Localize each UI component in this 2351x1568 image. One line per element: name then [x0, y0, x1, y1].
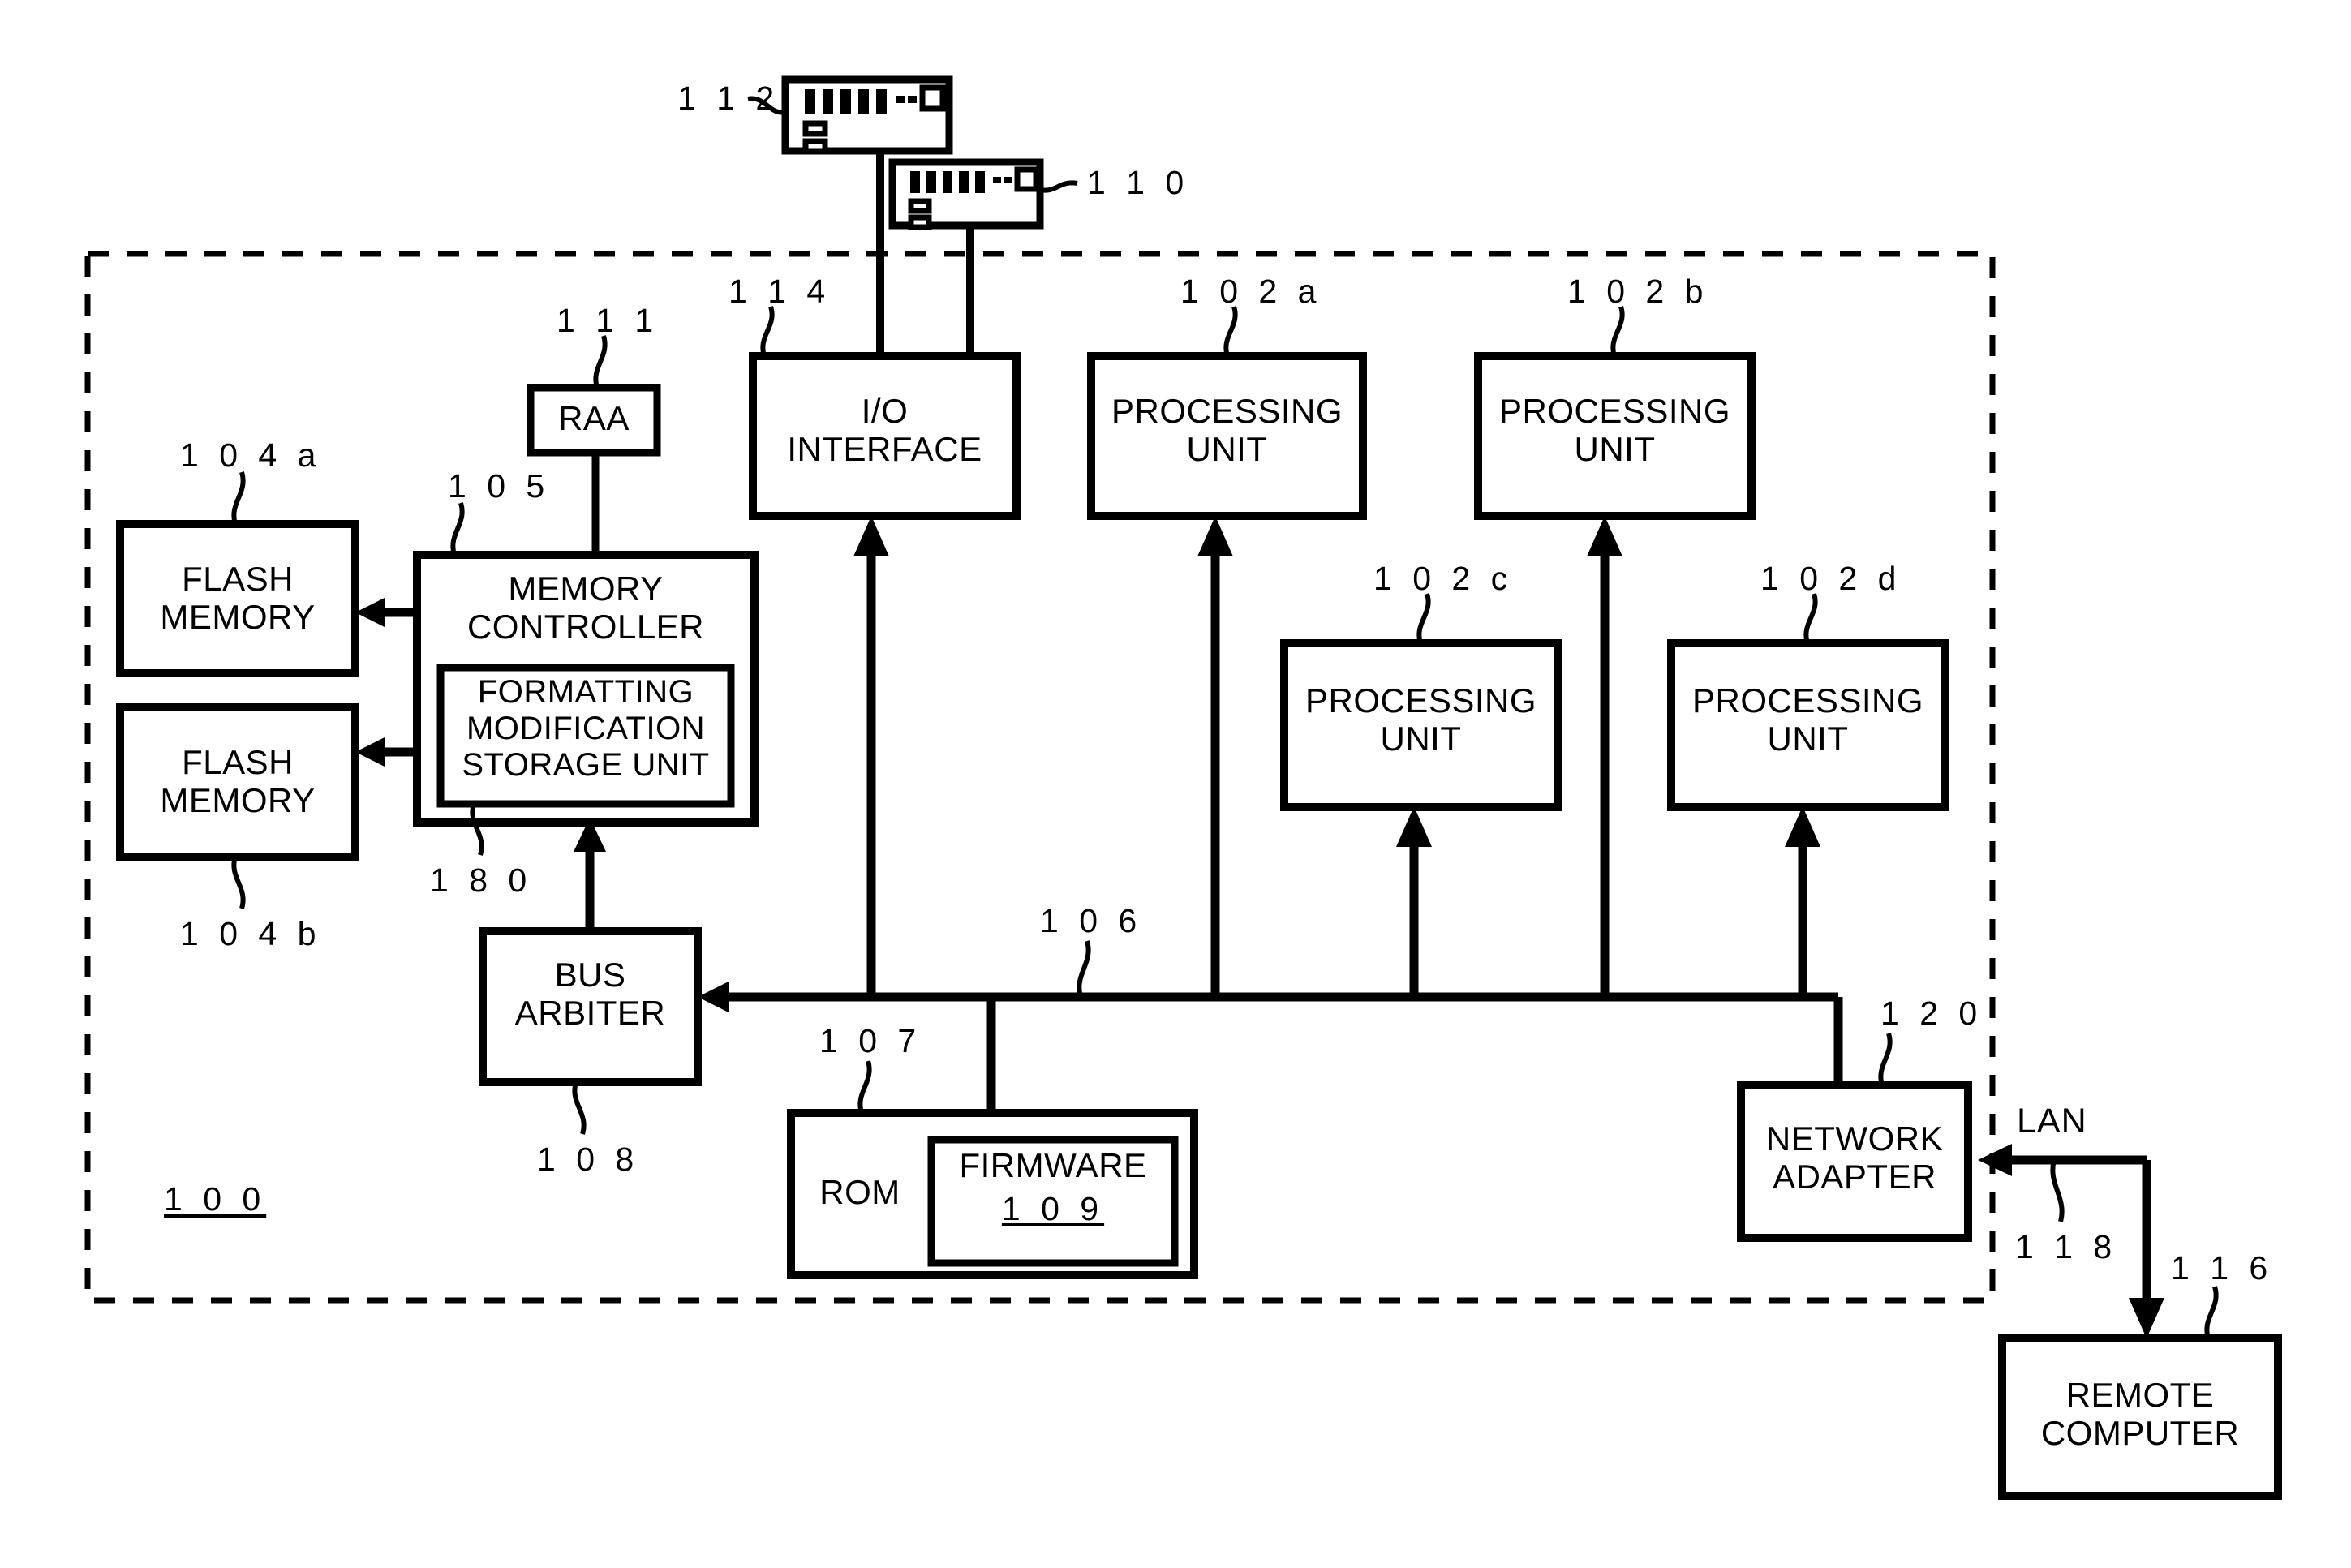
block-label-flash-memory-a: FLASH MEMORY — [160, 560, 316, 637]
ref-numeral-118: 1 1 8 — [2015, 1228, 2118, 1265]
block-label-bus-arbiter: BUS ARBITER — [514, 956, 666, 1033]
leader-120 — [1878, 1033, 1893, 1086]
leader-107 — [857, 1060, 872, 1114]
lan-label: LAN — [2017, 1102, 2087, 1141]
ref-numeral-104a: 1 0 4 a — [180, 436, 322, 474]
ref-numeral-102a: 1 0 2 a — [1180, 273, 1322, 310]
ref-numeral-110: 1 1 0 — [1087, 164, 1190, 201]
block-label-network-adapter: NETWORK ADAPTER — [1765, 1119, 1944, 1196]
leader-106 — [1077, 940, 1091, 998]
ref-numeral-104b: 1 0 4 b — [180, 915, 322, 952]
block-label-io-interface: I/O INTERFACE — [787, 392, 982, 469]
ref-numeral-107: 1 0 7 — [819, 1022, 922, 1059]
ref-numeral-116: 1 1 6 — [2171, 1249, 2274, 1287]
block-label-processing-unit-d: PROCESSING UNIT — [1691, 681, 1924, 758]
block-label-processing-unit-c: PROCESSING UNIT — [1304, 681, 1537, 758]
block-label-formatting-modification-storage-unit: FORMATTING MODIFICATION STORAGE UNIT — [462, 674, 710, 783]
ref-numeral-111: 1 1 1 — [557, 302, 660, 339]
ref-numeral-180: 1 8 0 — [430, 861, 533, 899]
patent-figure-canvas: FLASH MEMORY FLASH MEMORY MEMORY CONTROL… — [0, 0, 2351, 1568]
ref-numeral-102b: 1 0 2 b — [1567, 273, 1709, 310]
leader-102d — [1803, 593, 1818, 644]
leader-110 — [1039, 180, 1078, 193]
leader-116 — [2204, 1286, 2219, 1339]
ref-numeral-106: 1 0 6 — [1040, 902, 1143, 939]
block-label-processing-unit-b: PROCESSING UNIT — [1498, 392, 1731, 469]
leader-118 — [2050, 1159, 2065, 1222]
leader-102a — [1223, 306, 1238, 357]
block-label-firmware: FIRMWARE — [959, 1146, 1147, 1184]
ref-numeral-120: 1 2 0 — [1880, 994, 1984, 1032]
ref-numeral-114: 1 1 4 — [729, 273, 832, 310]
leader-108 — [572, 1081, 587, 1135]
leader-104b — [231, 856, 246, 909]
block-label-remote-computer: REMOTE COMPUTER — [2040, 1376, 2240, 1453]
block-label-processing-unit-a: PROCESSING UNIT — [1111, 392, 1343, 469]
block-label-flash-memory-b: FLASH MEMORY — [160, 743, 316, 820]
ref-numeral-112: 1 1 2 — [677, 79, 780, 117]
block-label-rom: ROM — [819, 1173, 900, 1211]
ref-numeral-105: 1 0 5 — [448, 467, 551, 505]
device-icon-110 — [888, 158, 1044, 230]
leader-102b — [1610, 306, 1625, 357]
leader-104a — [231, 471, 246, 525]
ref-numeral-102c: 1 0 2 c — [1373, 560, 1514, 597]
leader-111 — [593, 335, 608, 389]
ref-numeral-102d: 1 0 2 d — [1760, 560, 1902, 597]
device-icon-112 — [781, 75, 953, 155]
ref-numeral-100-system: 1 0 0 — [164, 1180, 267, 1218]
block-label-memory-controller: MEMORY CONTROLLER — [466, 569, 705, 647]
leader-114 — [760, 306, 775, 357]
block-label-raa: RAA — [558, 399, 630, 437]
leader-105 — [450, 502, 465, 556]
ref-numeral-108: 1 0 8 — [537, 1141, 640, 1178]
block-label-firmware-ref: 1 0 9 — [1001, 1190, 1105, 1227]
leader-102c — [1416, 593, 1431, 644]
